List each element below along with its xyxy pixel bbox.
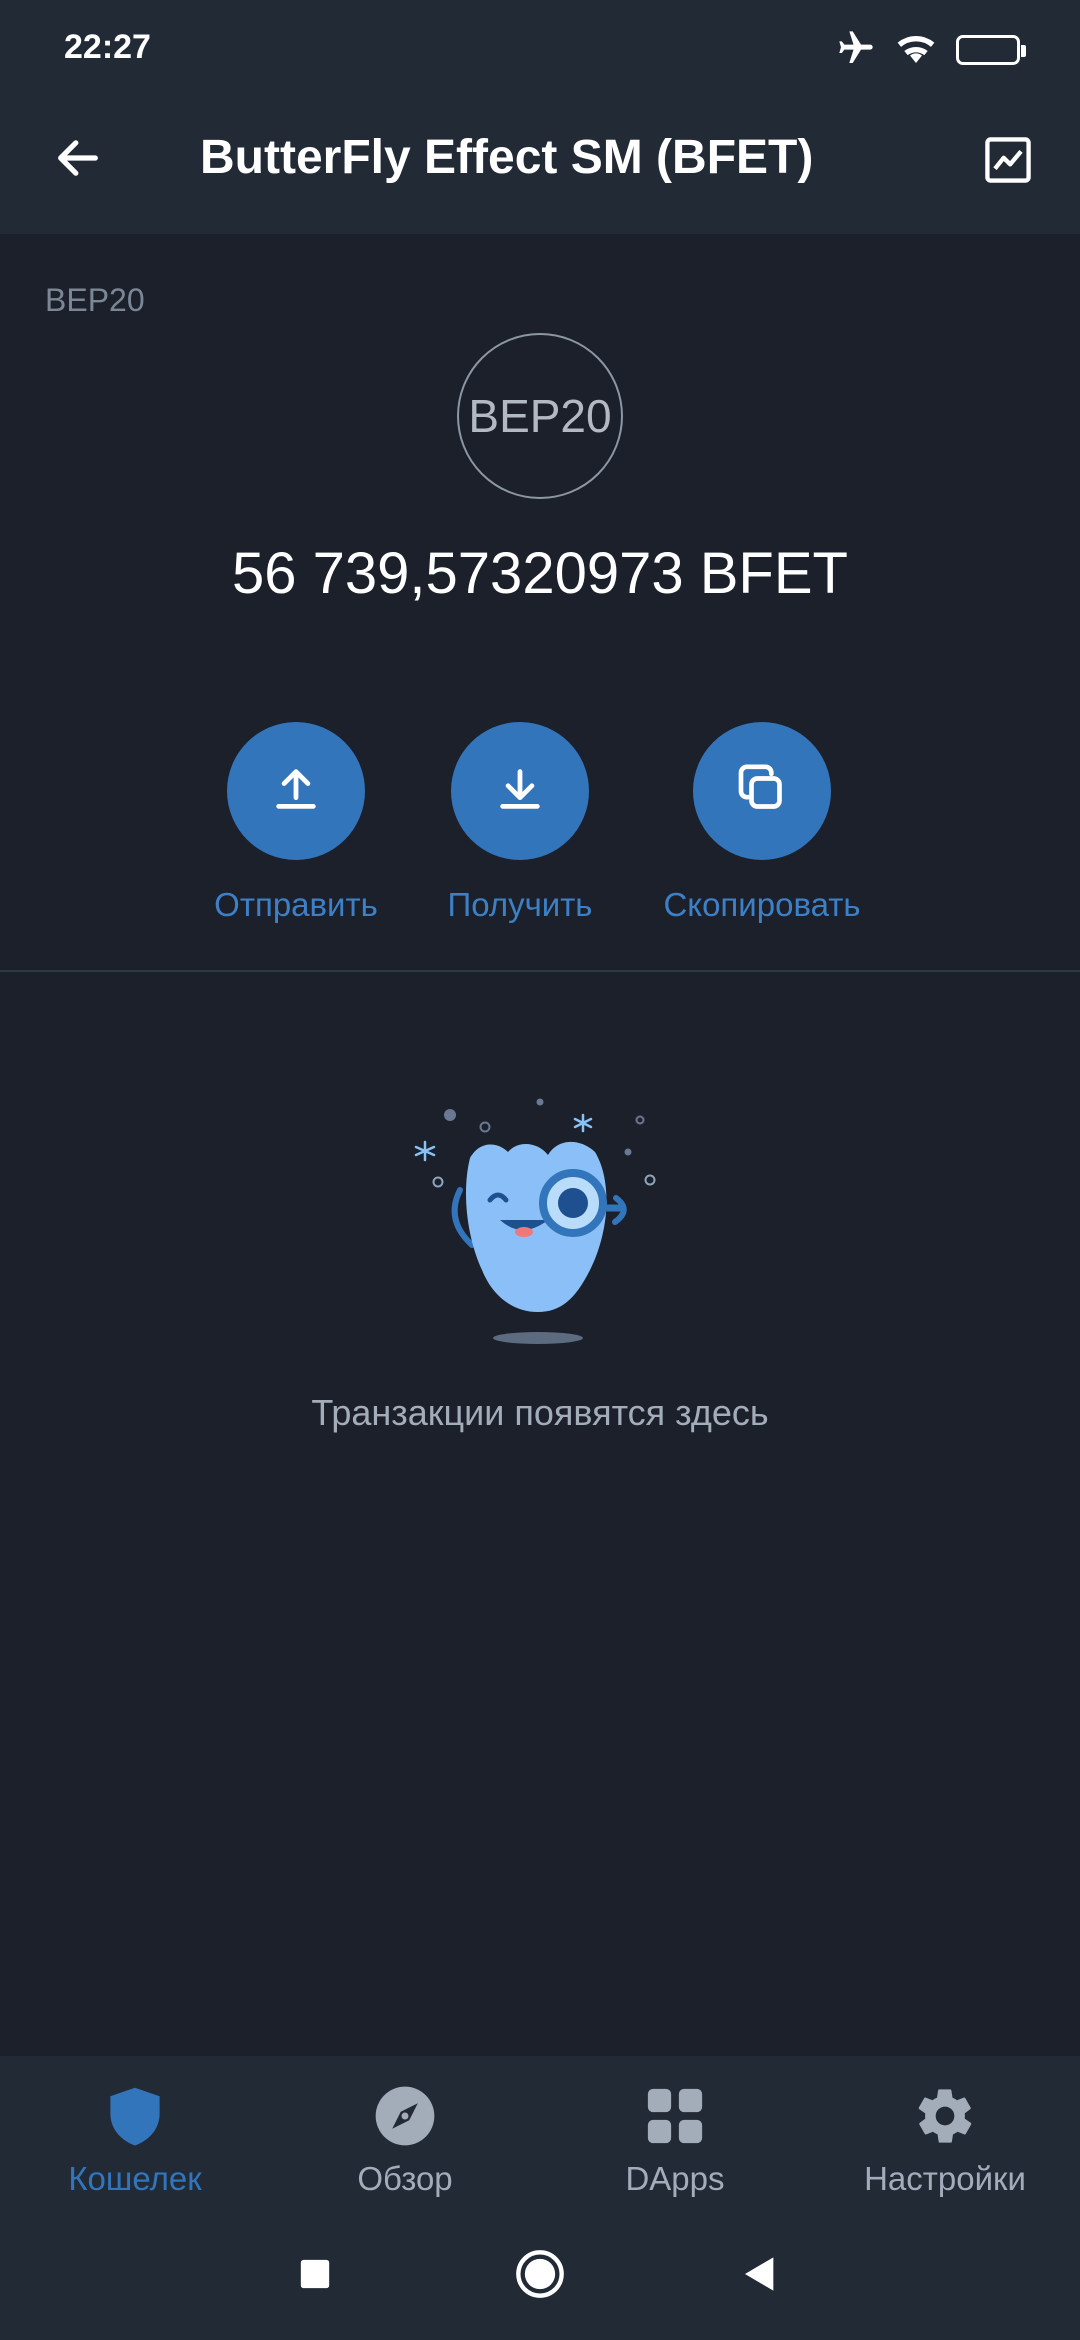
token-logo: BEP20 <box>457 333 623 499</box>
bottom-navigation: Кошелек Обзор DApps Настройки <box>0 2056 1080 2340</box>
system-navigation-bar <box>0 2200 1080 2340</box>
price-chart-button[interactable] <box>970 124 1046 200</box>
back-button[interactable] <box>40 122 116 198</box>
nav-label-browse[interactable]: Обзор <box>357 2160 452 2198</box>
app-bar: ButterFly Effect SM (BFET) <box>0 96 1080 234</box>
compass-icon <box>369 2080 441 2152</box>
arrow-left-icon <box>52 132 104 189</box>
page-title: ButterFly Effect SM (BFET) <box>200 131 814 184</box>
copy-circle[interactable] <box>693 722 831 860</box>
send-button[interactable]: Отправить <box>196 722 396 924</box>
airplane-icon <box>836 28 876 73</box>
chart-icon <box>982 134 1034 191</box>
battery-icon: 48 <box>956 35 1026 65</box>
status-icons: 48 <box>836 28 1026 73</box>
token-balance: 56 739,57320973 BFET <box>232 541 848 606</box>
battery-level: 48 <box>977 39 999 60</box>
download-icon <box>494 763 546 820</box>
divider <box>0 970 1080 972</box>
square-icon <box>298 2257 332 2296</box>
recents-button[interactable] <box>285 2246 345 2306</box>
token-header: BEP20 BEP20 56 739,57320973 BFET Отправи… <box>0 234 1080 972</box>
nav-item-dapps[interactable]: DApps <box>540 2080 810 2198</box>
nav-item-wallet[interactable]: Кошелек <box>0 2080 270 2198</box>
empty-state-text: Транзакции появятся здесь <box>311 1392 769 1433</box>
home-button[interactable] <box>510 2246 570 2306</box>
receive-button[interactable]: Получить <box>420 722 620 924</box>
status-time: 22:27 <box>64 28 151 66</box>
mascot-illustration <box>400 1080 680 1350</box>
shield-icon <box>99 2080 171 2152</box>
nav-label-wallet[interactable]: Кошелек <box>68 2160 201 2198</box>
receive-circle[interactable] <box>451 722 589 860</box>
nav-label-dapps[interactable]: DApps <box>625 2160 724 2198</box>
grid-icon <box>639 2080 711 2152</box>
gear-icon <box>909 2080 981 2152</box>
status-bar: 22:27 48 <box>0 0 1080 96</box>
nav-label-settings[interactable]: Настройки <box>864 2160 1026 2198</box>
nav-item-browse[interactable]: Обзор <box>270 2080 540 2198</box>
send-circle[interactable] <box>227 722 365 860</box>
wifi-icon <box>894 28 938 73</box>
network-label: BEP20 <box>45 282 145 318</box>
send-label[interactable]: Отправить <box>214 886 378 924</box>
system-back-button[interactable] <box>730 2246 790 2306</box>
nav-item-settings[interactable]: Настройки <box>810 2080 1080 2198</box>
copy-label[interactable]: Скопировать <box>663 886 860 924</box>
battery-tip <box>1021 45 1026 57</box>
copy-button[interactable]: Скопировать <box>662 722 862 924</box>
copy-icon <box>734 761 790 822</box>
action-buttons: Отправить Получить Скопировать <box>0 722 1080 932</box>
upload-icon <box>270 763 322 820</box>
triangle-back-icon <box>740 2254 780 2299</box>
circle-icon <box>514 2248 566 2305</box>
receive-label[interactable]: Получить <box>447 886 592 924</box>
